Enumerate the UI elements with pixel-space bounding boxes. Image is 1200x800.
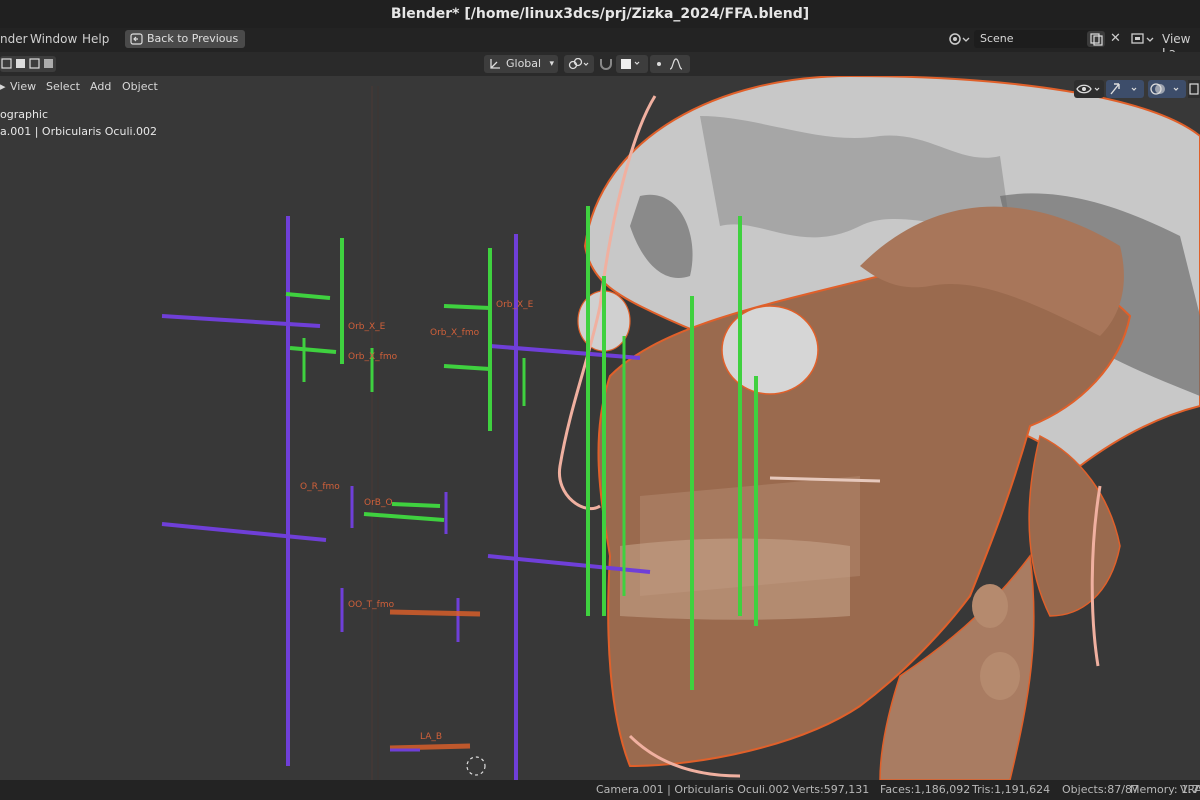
window-title: Blender* [/home/linux3dcs/prj/Zizka_2024… xyxy=(390,6,810,22)
3d-cursor[interactable] xyxy=(466,756,486,776)
status-verts: Verts:597,131 xyxy=(792,783,870,796)
xray-toggle[interactable] xyxy=(1188,80,1200,98)
copy-scene-icon[interactable] xyxy=(1087,31,1105,47)
scene-name: Scene xyxy=(980,32,1014,45)
select-mode-buttons[interactable] xyxy=(0,56,56,72)
orientation-axes-icon xyxy=(490,59,500,69)
bone-label: Orb_X_fmo xyxy=(430,328,480,338)
back-arrow-icon xyxy=(130,33,143,45)
gizmo-toggle[interactable] xyxy=(1106,80,1144,98)
window-titlebar: Blender* [/home/linux3dcs/prj/Zizka_2024… xyxy=(0,0,1200,28)
overlays-toggle[interactable] xyxy=(1148,80,1186,98)
status-tris: Tris:1,191,624 xyxy=(972,783,1051,796)
top-menubar: nder Window Help Back to Previous Scene … xyxy=(0,28,1200,60)
status-objects: Objects:87/87 xyxy=(1062,783,1139,796)
bone-label: O_R_fmo xyxy=(300,482,340,492)
scene-name-field[interactable]: Scene xyxy=(974,30,1092,48)
3d-viewport[interactable]: Orb_X_E Orb_X_fmo Orb_X_E Orb_X_fmo O_R_… xyxy=(0,76,1200,780)
close-scene-icon[interactable]: ✕ xyxy=(1110,31,1121,46)
viewport-active-objects: a.001 | Orbicularis Oculi.002 xyxy=(0,125,158,138)
link-icon xyxy=(568,58,589,70)
bone-label: Orb_X_E xyxy=(348,322,386,332)
scene-selector-icon[interactable] xyxy=(948,31,970,47)
status-vram: VRAM xyxy=(1180,783,1200,796)
bone-label: Orb_X_fmo xyxy=(348,352,398,362)
visibility-selectability-dropdown[interactable] xyxy=(1074,80,1104,98)
bone-label: LA_B xyxy=(420,732,443,742)
transform-orientation-value: Global xyxy=(506,57,542,70)
chevron-down-icon: ▾ xyxy=(549,59,554,69)
back-to-previous-button[interactable]: Back to Previous xyxy=(125,30,246,48)
viewport-scene[interactable] xyxy=(0,76,1200,780)
menu-window[interactable]: Window xyxy=(30,32,77,46)
snap-square-icon xyxy=(621,59,640,69)
snap-magnet-icon[interactable] xyxy=(598,56,614,72)
pivot-point-dropdown[interactable] xyxy=(564,55,594,73)
bone-label: Orb_X_E xyxy=(496,300,534,310)
viewport-menu-add[interactable]: Add xyxy=(90,80,111,93)
view-layer-icon[interactable] xyxy=(1130,31,1156,47)
viewport-menu-select[interactable]: Select xyxy=(46,80,80,93)
proportional-falloff-icon xyxy=(657,58,683,70)
snap-target-dropdown[interactable] xyxy=(616,55,648,73)
viewport-menu-view[interactable]: View xyxy=(10,80,36,93)
viewport-menu-object[interactable]: Object xyxy=(122,80,158,93)
overlays-circles-icon xyxy=(1150,83,1179,95)
proportional-editing-toggle[interactable] xyxy=(650,55,690,73)
armature-bones-left[interactable] xyxy=(161,216,651,780)
xray-icon xyxy=(1189,83,1199,95)
menu-help[interactable]: Help xyxy=(82,32,109,46)
viewport-projection-label: ographic xyxy=(0,108,49,121)
back-to-previous-label: Back to Previous xyxy=(147,32,239,45)
viewport-mode-icon[interactable]: ▸ xyxy=(0,80,6,93)
status-faces: Faces:1,186,092 xyxy=(880,783,971,796)
menu-render[interactable]: nder xyxy=(0,32,28,46)
eye-pointer-icon xyxy=(1076,84,1100,94)
tool-settings-header: Global ▾ xyxy=(0,52,1200,76)
status-bar: Camera.001 | Orbicularis Oculi.002 Verts… xyxy=(0,780,1200,800)
bone-label: OO_T_fmo xyxy=(348,600,395,610)
bone-label: OrB_O xyxy=(364,498,393,508)
gizmo-arrows-icon xyxy=(1110,83,1137,95)
transform-orientation-dropdown[interactable]: Global ▾ xyxy=(484,55,558,73)
status-camera: Camera.001 | Orbicularis Oculi.002 xyxy=(596,783,790,796)
